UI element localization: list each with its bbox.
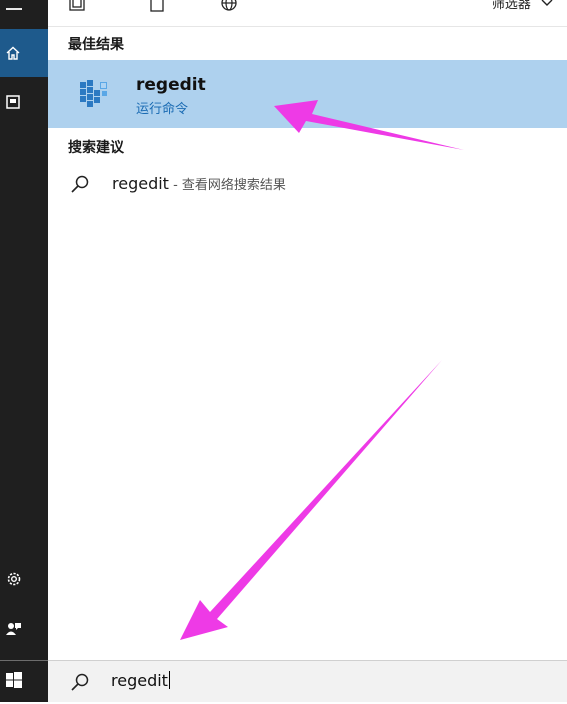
search-box-icon — [71, 673, 89, 691]
search-input-value: regedit — [111, 671, 168, 690]
hamburger-menu-button[interactable] — [0, 0, 48, 28]
filter-dropdown[interactable]: 筛选器 — [492, 0, 553, 12]
suggestion-suffix: - 查看网络搜索结果 — [168, 178, 286, 193]
best-match-heading: 最佳结果 — [68, 37, 124, 53]
apps-icon[interactable] — [68, 0, 86, 12]
best-match-result[interactable]: regedit 运行命令 — [48, 60, 567, 128]
taskbar-search-box[interactable]: regedit — [48, 660, 567, 702]
suggestion-item[interactable]: regedit - 查看网络搜索结果 — [48, 168, 567, 200]
start-button[interactable] — [0, 656, 48, 704]
document-icon[interactable] — [148, 0, 166, 12]
regedit-app-icon — [80, 80, 107, 107]
rail-documents-button[interactable] — [0, 78, 48, 126]
search-icon — [71, 175, 89, 193]
web-icon[interactable] — [220, 0, 238, 12]
search-input[interactable]: regedit — [111, 671, 170, 690]
feedback-icon — [6, 623, 21, 635]
rail-settings-button[interactable] — [0, 555, 48, 603]
suggestion-text: regedit - 查看网络搜索结果 — [112, 174, 286, 193]
start-menu-rail — [0, 0, 48, 702]
windows-start-icon — [6, 672, 22, 688]
chevron-down-icon — [541, 0, 553, 6]
text-caret — [168, 671, 170, 689]
suggestions-heading: 搜索建议 — [68, 140, 124, 156]
filter-label: 筛选器 — [491, 0, 531, 12]
rail-feedback-button[interactable] — [0, 605, 48, 653]
search-results-panel: 最佳结果 regedit 运行命令 搜索建议 regedit - 查看网络搜索结… — [48, 27, 567, 660]
home-icon — [6, 46, 20, 60]
hamburger-icon — [6, 8, 22, 10]
rail-home-button[interactable] — [0, 29, 48, 77]
best-match-name: regedit — [136, 75, 206, 95]
suggestion-query: regedit — [112, 174, 169, 193]
best-match-type: 运行命令 — [136, 102, 189, 117]
search-filter-bar: 筛选器 — [48, 0, 567, 27]
documents-icon — [6, 95, 20, 109]
settings-icon — [7, 572, 21, 586]
